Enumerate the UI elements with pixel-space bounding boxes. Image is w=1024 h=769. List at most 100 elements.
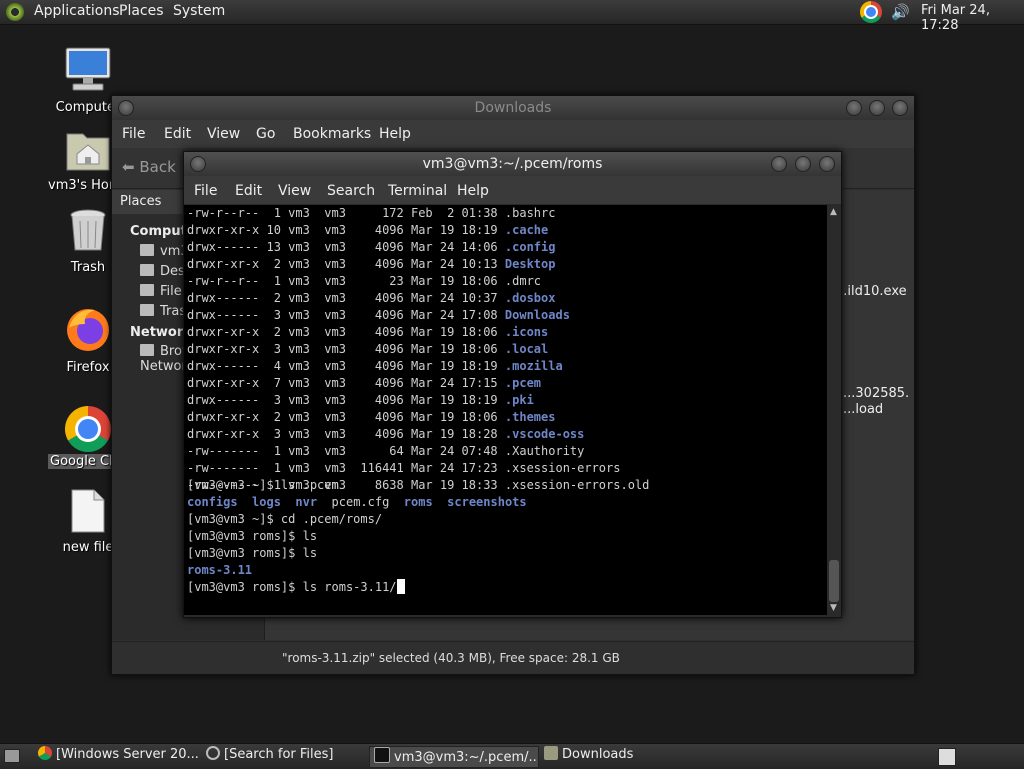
ls-metadata: drwxr-xr-x 2 vm3 vm3 4096 Mar 24 10:13 (187, 257, 505, 271)
menu-help[interactable]: Help (457, 183, 489, 199)
directory-name: logs (252, 495, 281, 509)
drive-icon (140, 284, 154, 296)
terminal-line: configs logs nvr pcem.cfg roms screensho… (187, 494, 527, 511)
terminal-line: drwx------ 3 vm3 vm3 4096 Mar 24 17:08 D… (187, 307, 570, 324)
file-icon (71, 489, 105, 533)
directory-name: .cache (504, 223, 549, 237)
terminal-line: drwx------ 4 vm3 vm3 4096 Mar 19 18:19 .… (187, 358, 563, 375)
directory-name: .vscode-oss (504, 427, 585, 441)
directory-name: .pcem (504, 376, 542, 390)
file-name: .xsession-errors.old (504, 478, 650, 492)
terminal-line: drwxr-xr-x 7 vm3 vm3 4096 Mar 24 17:15 .… (187, 375, 541, 392)
clock[interactable]: Fri Mar 24, 17:28 (921, 3, 1024, 33)
home-folder-icon (66, 133, 110, 171)
speaker-icon[interactable]: 🔊 (891, 3, 910, 21)
menu-view[interactable]: View (207, 126, 240, 142)
menu-bookmarks[interactable]: Bookmarks (293, 126, 371, 142)
file-name: pcem.cfg (331, 495, 390, 509)
show-desktop-icon[interactable] (4, 749, 20, 763)
scroll-down-icon[interactable]: ▼ (830, 603, 837, 613)
trash-icon (140, 304, 154, 316)
menu-help[interactable]: Help (379, 126, 411, 142)
menu-file[interactable]: File (122, 126, 145, 142)
minimize-button[interactable] (771, 156, 787, 172)
taskbar-item-windows-server[interactable]: [Windows Server 20... (34, 746, 200, 766)
taskbar-item-terminal[interactable]: vm3@vm3:~/.pcem/... (369, 746, 539, 768)
text-cursor (396, 579, 405, 594)
distro-logo-icon[interactable] (6, 3, 24, 21)
ls-metadata: drwxr-xr-x 2 vm3 vm3 4096 Mar 19 18:06 (187, 325, 505, 339)
ls-metadata: drwx------ 3 vm3 vm3 4096 Mar 19 18:19 (187, 393, 505, 407)
terminal-line: drwxr-xr-x 2 vm3 vm3 4096 Mar 24 10:13 D… (187, 256, 555, 273)
chrome-icon[interactable] (860, 1, 882, 23)
taskbar-item-search-files[interactable]: [Search for Files] (202, 746, 366, 766)
terminal-line: drwxr-xr-x 3 vm3 vm3 4096 Mar 19 18:06 .… (187, 341, 548, 358)
terminal-line: drwx------ 2 vm3 vm3 4096 Mar 24 10:37 .… (187, 290, 555, 307)
ls-metadata: drwxr-xr-x 3 vm3 vm3 4096 Mar 19 18:28 (187, 427, 505, 441)
file-manager-titlebar[interactable]: Downloads (112, 96, 914, 120)
terminal-scrollbar[interactable]: ▲ ▼ (827, 205, 841, 615)
directory-name: configs (187, 495, 238, 509)
file-item-label[interactable]: ...302585. (843, 386, 909, 401)
menu-view[interactable]: View (278, 183, 311, 199)
menu-terminal[interactable]: Terminal (388, 183, 447, 199)
trash-icon (70, 209, 106, 251)
directory-name: .mozilla (504, 359, 563, 373)
network-icon (140, 344, 154, 356)
scrollbar-thumb[interactable] (829, 560, 839, 602)
back-button[interactable]: ⬅ Back (122, 158, 176, 176)
workspace-switcher[interactable] (938, 748, 956, 766)
menu-edit[interactable]: Edit (235, 183, 262, 199)
terminal-line: drwxr-xr-x 2 vm3 vm3 4096 Mar 19 18:06 .… (187, 409, 555, 426)
terminal-prompt-line: [vm3@vm3 roms]$ ls roms-3.11/ (187, 579, 405, 596)
directory-name: .pki (504, 393, 534, 407)
ls-metadata: -rw------- 1 vm3 vm3 116441 Mar 24 17:23 (187, 461, 505, 475)
terminal-line: drwxr-xr-x 2 vm3 vm3 4096 Mar 19 18:06 .… (187, 324, 548, 341)
directory-name: Desktop (504, 257, 556, 271)
ls-metadata: -rw-r--r-- 1 vm3 vm3 172 Feb 2 01:38 (187, 206, 505, 220)
ls-metadata: drwxr-xr-x 7 vm3 vm3 4096 Mar 24 17:15 (187, 376, 505, 390)
ls-metadata: drwxr-xr-x 2 vm3 vm3 4096 Mar 19 18:06 (187, 410, 505, 424)
terminal-line: drwxr-xr-x 10 vm3 vm3 4096 Mar 19 18:19 … (187, 222, 548, 239)
menu-file[interactable]: File (194, 183, 217, 199)
applications-menu[interactable]: Applications (34, 3, 120, 19)
menu-go[interactable]: Go (256, 126, 275, 142)
places-menu[interactable]: Places (119, 3, 164, 19)
menu-edit[interactable]: Edit (164, 126, 191, 142)
terminal-line: [vm3@vm3 roms]$ ls (187, 546, 318, 560)
back-arrow-icon: ⬅ (122, 158, 135, 176)
terminal-line: -rw-r--r-- 1 vm3 vm3 23 Mar 19 18:06 .dm… (187, 273, 541, 290)
terminal-line: drwxr-xr-x 3 vm3 vm3 4096 Mar 19 18:28 .… (187, 426, 584, 443)
terminal-titlebar[interactable]: vm3@vm3:~/.pcem/roms (184, 152, 841, 176)
home-icon (140, 244, 154, 256)
maximize-button[interactable] (795, 156, 811, 172)
status-text: "roms-3.11.zip" selected (40.3 MB), Free… (282, 651, 620, 665)
terminal-window: vm3@vm3:~/.pcem/roms File Edit View Sear… (183, 151, 842, 618)
search-icon (206, 746, 220, 760)
terminal-output[interactable]: [vm3@vm3 ~]$ ls .pcem configs logs nvr p… (184, 205, 827, 615)
terminal-line: -rw-r--r-- 1 vm3 vm3 172 Feb 2 01:38 .ba… (187, 205, 555, 222)
taskbar-item-downloads[interactable]: Downloads (540, 746, 700, 766)
close-button[interactable] (892, 100, 908, 116)
directory-name: .icons (504, 325, 549, 339)
maximize-button[interactable] (869, 100, 885, 116)
file-item-label[interactable]: ...load (843, 402, 883, 417)
file-item-label[interactable]: ...ild10.exe (835, 284, 907, 299)
directory-name: nvr (295, 495, 318, 509)
ls-metadata: drwx------ 13 vm3 vm3 4096 Mar 24 14:06 (187, 240, 505, 254)
system-menu[interactable]: System (173, 3, 225, 19)
scroll-up-icon[interactable]: ▲ (830, 207, 837, 217)
directory-name: screenshots (447, 495, 527, 509)
menu-search[interactable]: Search (327, 183, 375, 199)
close-button[interactable] (819, 156, 835, 172)
ls-metadata: drwx------ 2 vm3 vm3 4096 Mar 24 10:37 (187, 291, 505, 305)
sidebar-item-home[interactable]: vm3 (140, 244, 189, 259)
folder-icon (544, 746, 558, 760)
computer-icon (65, 47, 111, 91)
ls-metadata: drwxr-xr-x 3 vm3 vm3 4096 Mar 19 18:06 (187, 342, 505, 356)
firefox-icon (67, 309, 109, 351)
minimize-button[interactable] (846, 100, 862, 116)
terminal-icon (374, 747, 390, 763)
window-title: vm3@vm3:~/.pcem/roms (422, 156, 603, 172)
desktop-icon (140, 264, 154, 276)
